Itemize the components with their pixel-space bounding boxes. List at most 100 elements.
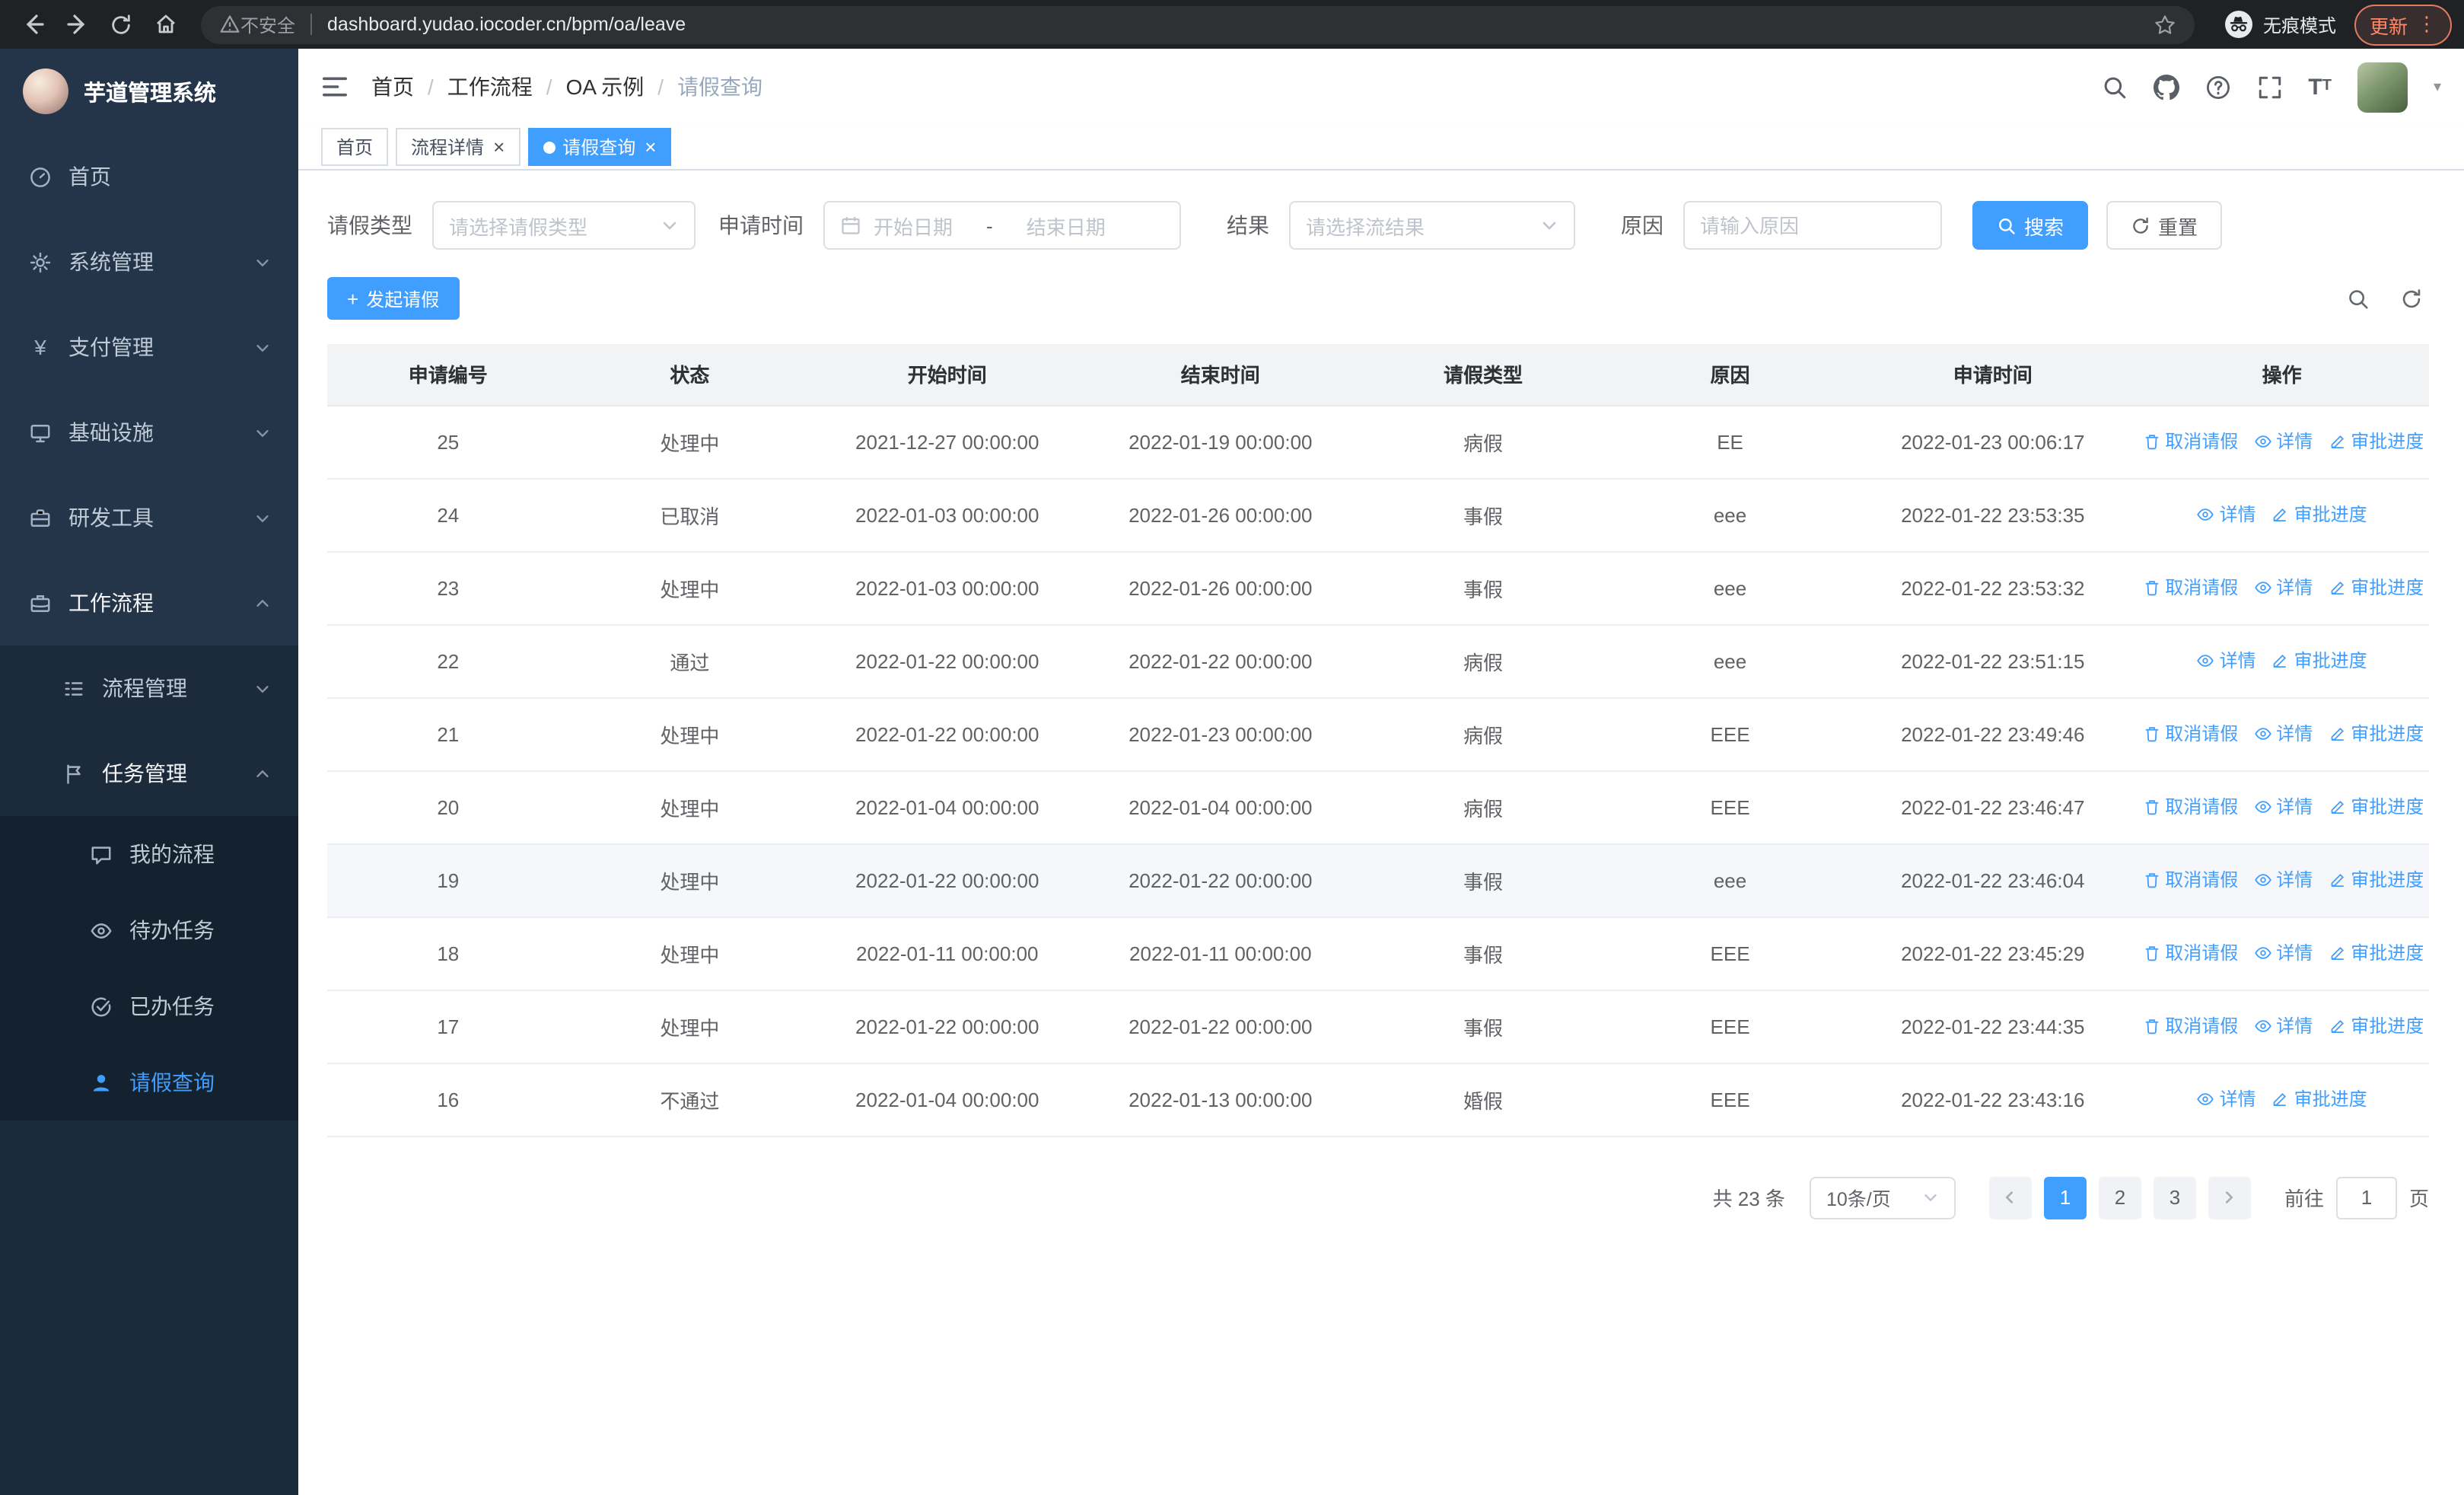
help-icon[interactable] <box>2205 74 2230 100</box>
cell-status: 通过 <box>568 624 811 698</box>
tab-leave-query[interactable]: 请假查询 × <box>527 128 672 166</box>
bookmark-star-icon[interactable] <box>2154 13 2176 36</box>
detail-action-link[interactable]: 详情 <box>2253 794 2313 820</box>
cancel-action-link[interactable]: 取消请假 <box>2142 429 2238 454</box>
tab-close-icon[interactable]: × <box>645 137 656 157</box>
sidebar-item-leave-query[interactable]: 请假查询 <box>0 1044 298 1120</box>
sidebar-item-home[interactable]: 首页 <box>0 134 298 219</box>
cell-actions: 详情 审批进度 <box>2135 1063 2429 1136</box>
page-size-select[interactable]: 10条/页 <box>1809 1176 1956 1219</box>
cancel-action-link[interactable]: 取消请假 <box>2142 1013 2238 1039</box>
header-reason: 原因 <box>1609 344 1851 406</box>
page-button-2[interactable]: 2 <box>2098 1176 2141 1219</box>
cancel-action-link[interactable]: 取消请假 <box>2142 721 2238 747</box>
sidebar-item-dev-tools[interactable]: 研发工具 <box>0 475 298 560</box>
action-label: 审批进度 <box>2294 1089 2367 1111</box>
forward-button[interactable] <box>56 4 97 45</box>
address-bar[interactable]: 不安全 dashboard.yudao.iocoder.cn/bpm/oa/le… <box>201 5 2195 43</box>
home-button[interactable] <box>145 4 186 45</box>
progress-action-link[interactable]: 审批进度 <box>2271 648 2367 674</box>
url-text[interactable]: dashboard.yudao.iocoder.cn/bpm/oa/leave <box>327 14 2154 35</box>
goto-page: 前往 页 <box>2284 1176 2429 1219</box>
detail-action-link[interactable]: 详情 <box>2197 1086 2256 1112</box>
tab-close-icon[interactable]: × <box>493 137 505 157</box>
breadcrumb-item-workflow[interactable]: 工作流程 <box>447 72 533 102</box>
security-label[interactable]: 不安全 <box>240 11 295 37</box>
detail-action-link[interactable]: 详情 <box>2197 648 2256 674</box>
progress-action-link[interactable]: 审批进度 <box>2328 794 2424 820</box>
reset-button[interactable]: 重置 <box>2106 201 2223 250</box>
detail-action-link[interactable]: 详情 <box>2253 575 2313 601</box>
detail-action-link[interactable]: 详情 <box>2197 502 2256 528</box>
progress-action-link[interactable]: 审批进度 <box>2328 940 2424 966</box>
detail-action-link[interactable]: 详情 <box>2253 940 2313 966</box>
security-warning-icon[interactable] <box>219 14 240 35</box>
sidebar-item-done-tasks[interactable]: 已办任务 <box>0 968 298 1044</box>
detail-action-link[interactable]: 详情 <box>2253 429 2313 454</box>
refresh-icon[interactable] <box>2400 287 2423 310</box>
breadcrumb-item-home[interactable]: 首页 <box>371 72 414 102</box>
end-date-input[interactable]: 结束日期 <box>1027 211 1106 240</box>
progress-action-link[interactable]: 审批进度 <box>2271 502 2367 528</box>
browser-menu-icon[interactable]: ⋮ <box>2417 12 2437 37</box>
fullscreen-icon[interactable] <box>2256 74 2282 100</box>
github-icon[interactable] <box>2153 74 2179 100</box>
cancel-action-link[interactable]: 取消请假 <box>2142 867 2238 893</box>
plus-icon: + <box>347 287 359 310</box>
gear-icon <box>27 250 53 273</box>
detail-action-link[interactable]: 详情 <box>2253 1013 2313 1039</box>
sidebar-item-infrastructure[interactable]: 基础设施 <box>0 390 298 475</box>
caret-down-icon[interactable]: ▾ <box>2434 78 2441 95</box>
prev-page-button[interactable] <box>1988 1176 2032 1219</box>
sidebar-item-my-processes[interactable]: 我的流程 <box>0 816 298 892</box>
date-range-picker[interactable]: 开始日期 - 结束日期 <box>823 201 1181 250</box>
avatar[interactable] <box>2357 62 2408 112</box>
edit-icon <box>2271 1090 2290 1108</box>
goto-page-input[interactable] <box>2335 1176 2397 1219</box>
logo[interactable]: 芋道管理系统 <box>0 49 298 134</box>
sidebar-item-system-management[interactable]: 系统管理 <box>0 219 298 304</box>
update-label: 更新 <box>2369 16 2408 37</box>
create-leave-button[interactable]: + 发起请假 <box>327 277 460 320</box>
table-row: 25 处理中 2021-12-27 00:00:00 2022-01-19 00:00… <box>327 405 2429 479</box>
sidebar-item-payment-management[interactable]: ¥ 支付管理 <box>0 304 298 390</box>
back-button[interactable] <box>12 4 53 45</box>
sidebar-toggle-button[interactable] <box>321 75 349 99</box>
progress-action-link[interactable]: 审批进度 <box>2271 1086 2367 1112</box>
sidebar-item-task-management[interactable]: 任务管理 <box>0 731 298 816</box>
progress-action-link[interactable]: 审批进度 <box>2328 1013 2424 1039</box>
cell-status: 已取消 <box>568 478 811 552</box>
page-button-3[interactable]: 3 <box>2153 1176 2196 1219</box>
page-button-1[interactable]: 1 <box>2043 1176 2087 1219</box>
next-page-button[interactable] <box>2208 1176 2251 1219</box>
breadcrumb-item-oa-example[interactable]: OA 示例 <box>566 72 645 102</box>
chevron-down-icon <box>254 424 271 441</box>
search-toggle-icon[interactable] <box>2347 287 2370 310</box>
reload-button[interactable] <box>100 4 142 45</box>
sidebar-item-todo-tasks[interactable]: 待办任务 <box>0 892 298 968</box>
font-size-icon[interactable]: TT <box>2308 75 2332 98</box>
cell-actions: 取消请假 详情 审批进度 <box>2135 697 2429 771</box>
cancel-action-link[interactable]: 取消请假 <box>2142 794 2238 820</box>
leave-type-select[interactable]: 请选择请假类型 <box>432 201 696 250</box>
search-icon[interactable] <box>2101 74 2127 100</box>
search-button[interactable]: 搜索 <box>1972 201 2089 250</box>
tab-label: 流程详情 <box>411 137 485 158</box>
progress-action-link[interactable]: 审批进度 <box>2328 429 2424 454</box>
header-end-time: 结束时间 <box>1084 344 1358 406</box>
result-select[interactable]: 请选择流结果 <box>1289 201 1575 250</box>
progress-action-link[interactable]: 审批进度 <box>2328 721 2424 747</box>
cancel-action-link[interactable]: 取消请假 <box>2142 940 2238 966</box>
progress-action-link[interactable]: 审批进度 <box>2328 575 2424 601</box>
sidebar-item-workflow[interactable]: 工作流程 <box>0 560 298 645</box>
update-button[interactable]: 更新 ⋮ <box>2354 4 2452 45</box>
reason-input[interactable] <box>1683 201 1942 250</box>
tab-home[interactable]: 首页 <box>321 128 389 166</box>
tab-process-detail[interactable]: 流程详情 × <box>396 128 520 166</box>
detail-action-link[interactable]: 详情 <box>2253 867 2313 893</box>
cancel-action-link[interactable]: 取消请假 <box>2142 575 2238 601</box>
sidebar-item-process-management[interactable]: 流程管理 <box>0 645 298 731</box>
start-date-input[interactable]: 开始日期 <box>874 211 953 240</box>
progress-action-link[interactable]: 审批进度 <box>2328 867 2424 893</box>
detail-action-link[interactable]: 详情 <box>2253 721 2313 747</box>
